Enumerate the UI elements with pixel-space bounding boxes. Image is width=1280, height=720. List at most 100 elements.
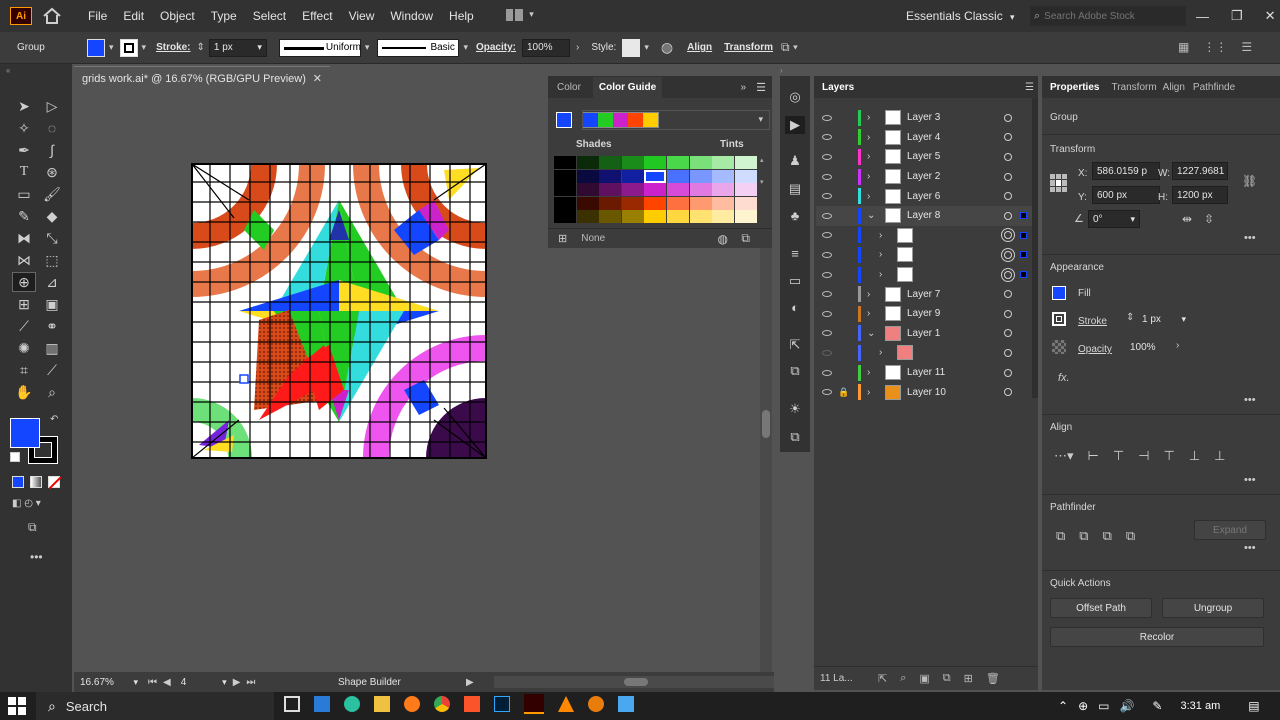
panel-menu-icon[interactable]: ☰ [1025,82,1034,93]
harmony-swatch[interactable] [598,113,613,127]
reflect-tool-icon[interactable]: ⧓ [14,228,34,248]
color-variation-swatch[interactable] [689,156,712,169]
chevron-down-icon[interactable]: ▾ [365,42,370,53]
zoom-tool-icon[interactable]: ⌕ [42,382,62,402]
expand-arrow-icon[interactable]: › [867,367,885,378]
target-icon[interactable] [1004,348,1012,357]
none-mode-button[interactable] [48,476,62,490]
layer-row[interactable]: ⌄ Layer 1 [816,324,1036,344]
visibility-eye-icon[interactable] [816,251,838,258]
recolor-artwork-icon[interactable]: ◍ [661,39,673,56]
align-h-center-icon[interactable]: ⊤ [1113,448,1124,464]
chevron-down-icon[interactable]: ▾ [109,42,114,53]
file-explorer-icon[interactable] [374,696,390,712]
symbol-sprayer-tool-icon[interactable]: ✺ [14,338,34,358]
layer-row[interactable]: › Layer 3 [816,108,1036,128]
expand-arrow-icon[interactable]: › [867,308,885,319]
intersect-icon[interactable]: ⧉ [1103,528,1112,544]
color-variation-swatch[interactable] [644,210,667,224]
fill-color-box[interactable] [10,418,40,448]
menu-file[interactable]: File [80,9,115,23]
edit-colors-icon[interactable]: ◍ [718,232,728,246]
arrange-icon[interactable]: ▦ [1178,40,1189,54]
visibility-eye-icon[interactable] [816,134,838,141]
layer-row[interactable]: › Layer 6 [816,186,1036,206]
chevron-down-icon[interactable]: ▾ [644,42,649,53]
harmony-swatches[interactable] [582,112,659,128]
layer-name[interactable]: Layer 6 [907,191,977,202]
stroke-icon[interactable]: ≡ [785,244,805,262]
expand-arrow-icon[interactable]: › [879,347,897,358]
color-variation-swatch[interactable] [554,169,576,183]
align-v-center-icon[interactable]: ⊥ [1189,448,1200,464]
color-variation-swatch[interactable] [599,210,622,224]
fx-button[interactable]: fx. [1058,372,1070,384]
libraries-icon[interactable]: ▤ [785,180,805,198]
expand-button[interactable]: Expand [1194,520,1266,540]
visibility-eye-icon[interactable] [816,153,838,160]
new-sublayer-icon[interactable]: ⧉ [943,672,951,685]
layer-name[interactable]: Layer 4 [907,132,977,143]
color-variation-swatch[interactable] [734,196,757,210]
expand-arrow-icon[interactable]: › [867,151,885,162]
color-variation-swatch[interactable] [576,156,599,169]
selection-indicator[interactable] [1020,212,1027,220]
layer-row[interactable]: › Layer 11 [816,363,1036,383]
expand-arrow-icon[interactable]: › [867,191,885,202]
layer-row[interactable]: ⌄ Layer 8 [816,206,1036,226]
layer-name[interactable]: Layer 1 [907,328,977,339]
unite-icon[interactable]: ⧉ [1056,528,1065,544]
rotate-input[interactable]: 0° ▾ [1088,210,1140,228]
pen-tool-icon[interactable]: ✒ [14,140,34,160]
expand-arrow-icon[interactable]: › [867,289,885,300]
blend-tool-icon[interactable]: ⚭ [42,316,62,336]
minus-front-icon[interactable]: ⧉ [1079,528,1088,544]
layer-row[interactable]: › Layer 5 [816,147,1036,167]
new-layer-icon[interactable]: ⊞ [964,672,973,685]
gradient-tool-icon[interactable]: ▣ [42,294,62,314]
color-variation-swatch[interactable] [621,183,644,197]
target-icon[interactable] [1004,231,1012,240]
more-options-icon[interactable]: ••• [1244,394,1256,406]
menu-view[interactable]: View [341,9,383,23]
layer-name[interactable]: Layer 2 [907,171,977,182]
document-tab[interactable]: grids work.ai* @ 16.67% (RGB/GPU Preview… [74,66,330,90]
color-variation-swatch[interactable] [621,210,644,224]
stroke-swatch[interactable] [1052,312,1066,326]
align-top-icon[interactable]: ⊤ [1164,448,1175,464]
x-input[interactable]: 586.0159 p [1092,162,1160,180]
reference-point-icon[interactable] [1050,174,1068,192]
last-artboard-icon[interactable]: ⏭ [246,677,255,688]
color-variation-swatch[interactable] [554,183,576,197]
tab-pathfinder[interactable]: Pathfinde [1193,82,1235,93]
exclude-icon[interactable]: ⧉ [1126,528,1135,544]
color-variation-swatch[interactable] [734,156,757,169]
hand-tool-icon[interactable]: ✋ [14,382,34,402]
layer-row[interactable]: › Layer 9 [816,304,1036,324]
clock[interactable]: 3:31 am [1180,700,1220,712]
color-variation-swatch[interactable] [712,210,735,224]
color-mode-button[interactable] [12,476,24,488]
menu-window[interactable]: Window [382,9,441,23]
delete-icon[interactable]: 🗑 [986,672,1000,685]
target-icon[interactable] [1004,133,1012,142]
expand-arrow-icon[interactable]: › [867,112,885,123]
color-variation-swatch[interactable] [667,210,689,224]
harmony-swatch[interactable] [643,113,658,127]
opacity-label[interactable]: Opacity [1078,344,1112,355]
color-variation-swatch[interactable] [644,169,667,183]
options-icon[interactable]: ⋮⋮ [1203,40,1227,54]
volume-icon[interactable]: 🔊 [1119,699,1134,713]
selection-indicator[interactable] [1020,271,1027,279]
windows-start-icon[interactable] [8,697,26,715]
layer-row[interactable]: › Layer 2 [816,167,1036,187]
color-variation-swatch[interactable] [621,196,644,210]
color-variation-swatch[interactable] [576,210,599,224]
fill-swatch[interactable] [1052,286,1066,300]
artboard-number-input[interactable]: 4 ▾ [176,674,227,690]
status-menu-icon[interactable]: ▶ [466,677,474,688]
color-variation-swatch[interactable] [734,210,757,224]
panel-menu-icon[interactable]: ☰ [756,81,766,94]
align-to-icon[interactable]: ⋯▾ [1054,448,1074,464]
gradient-icon[interactable]: ▭ [785,272,805,290]
